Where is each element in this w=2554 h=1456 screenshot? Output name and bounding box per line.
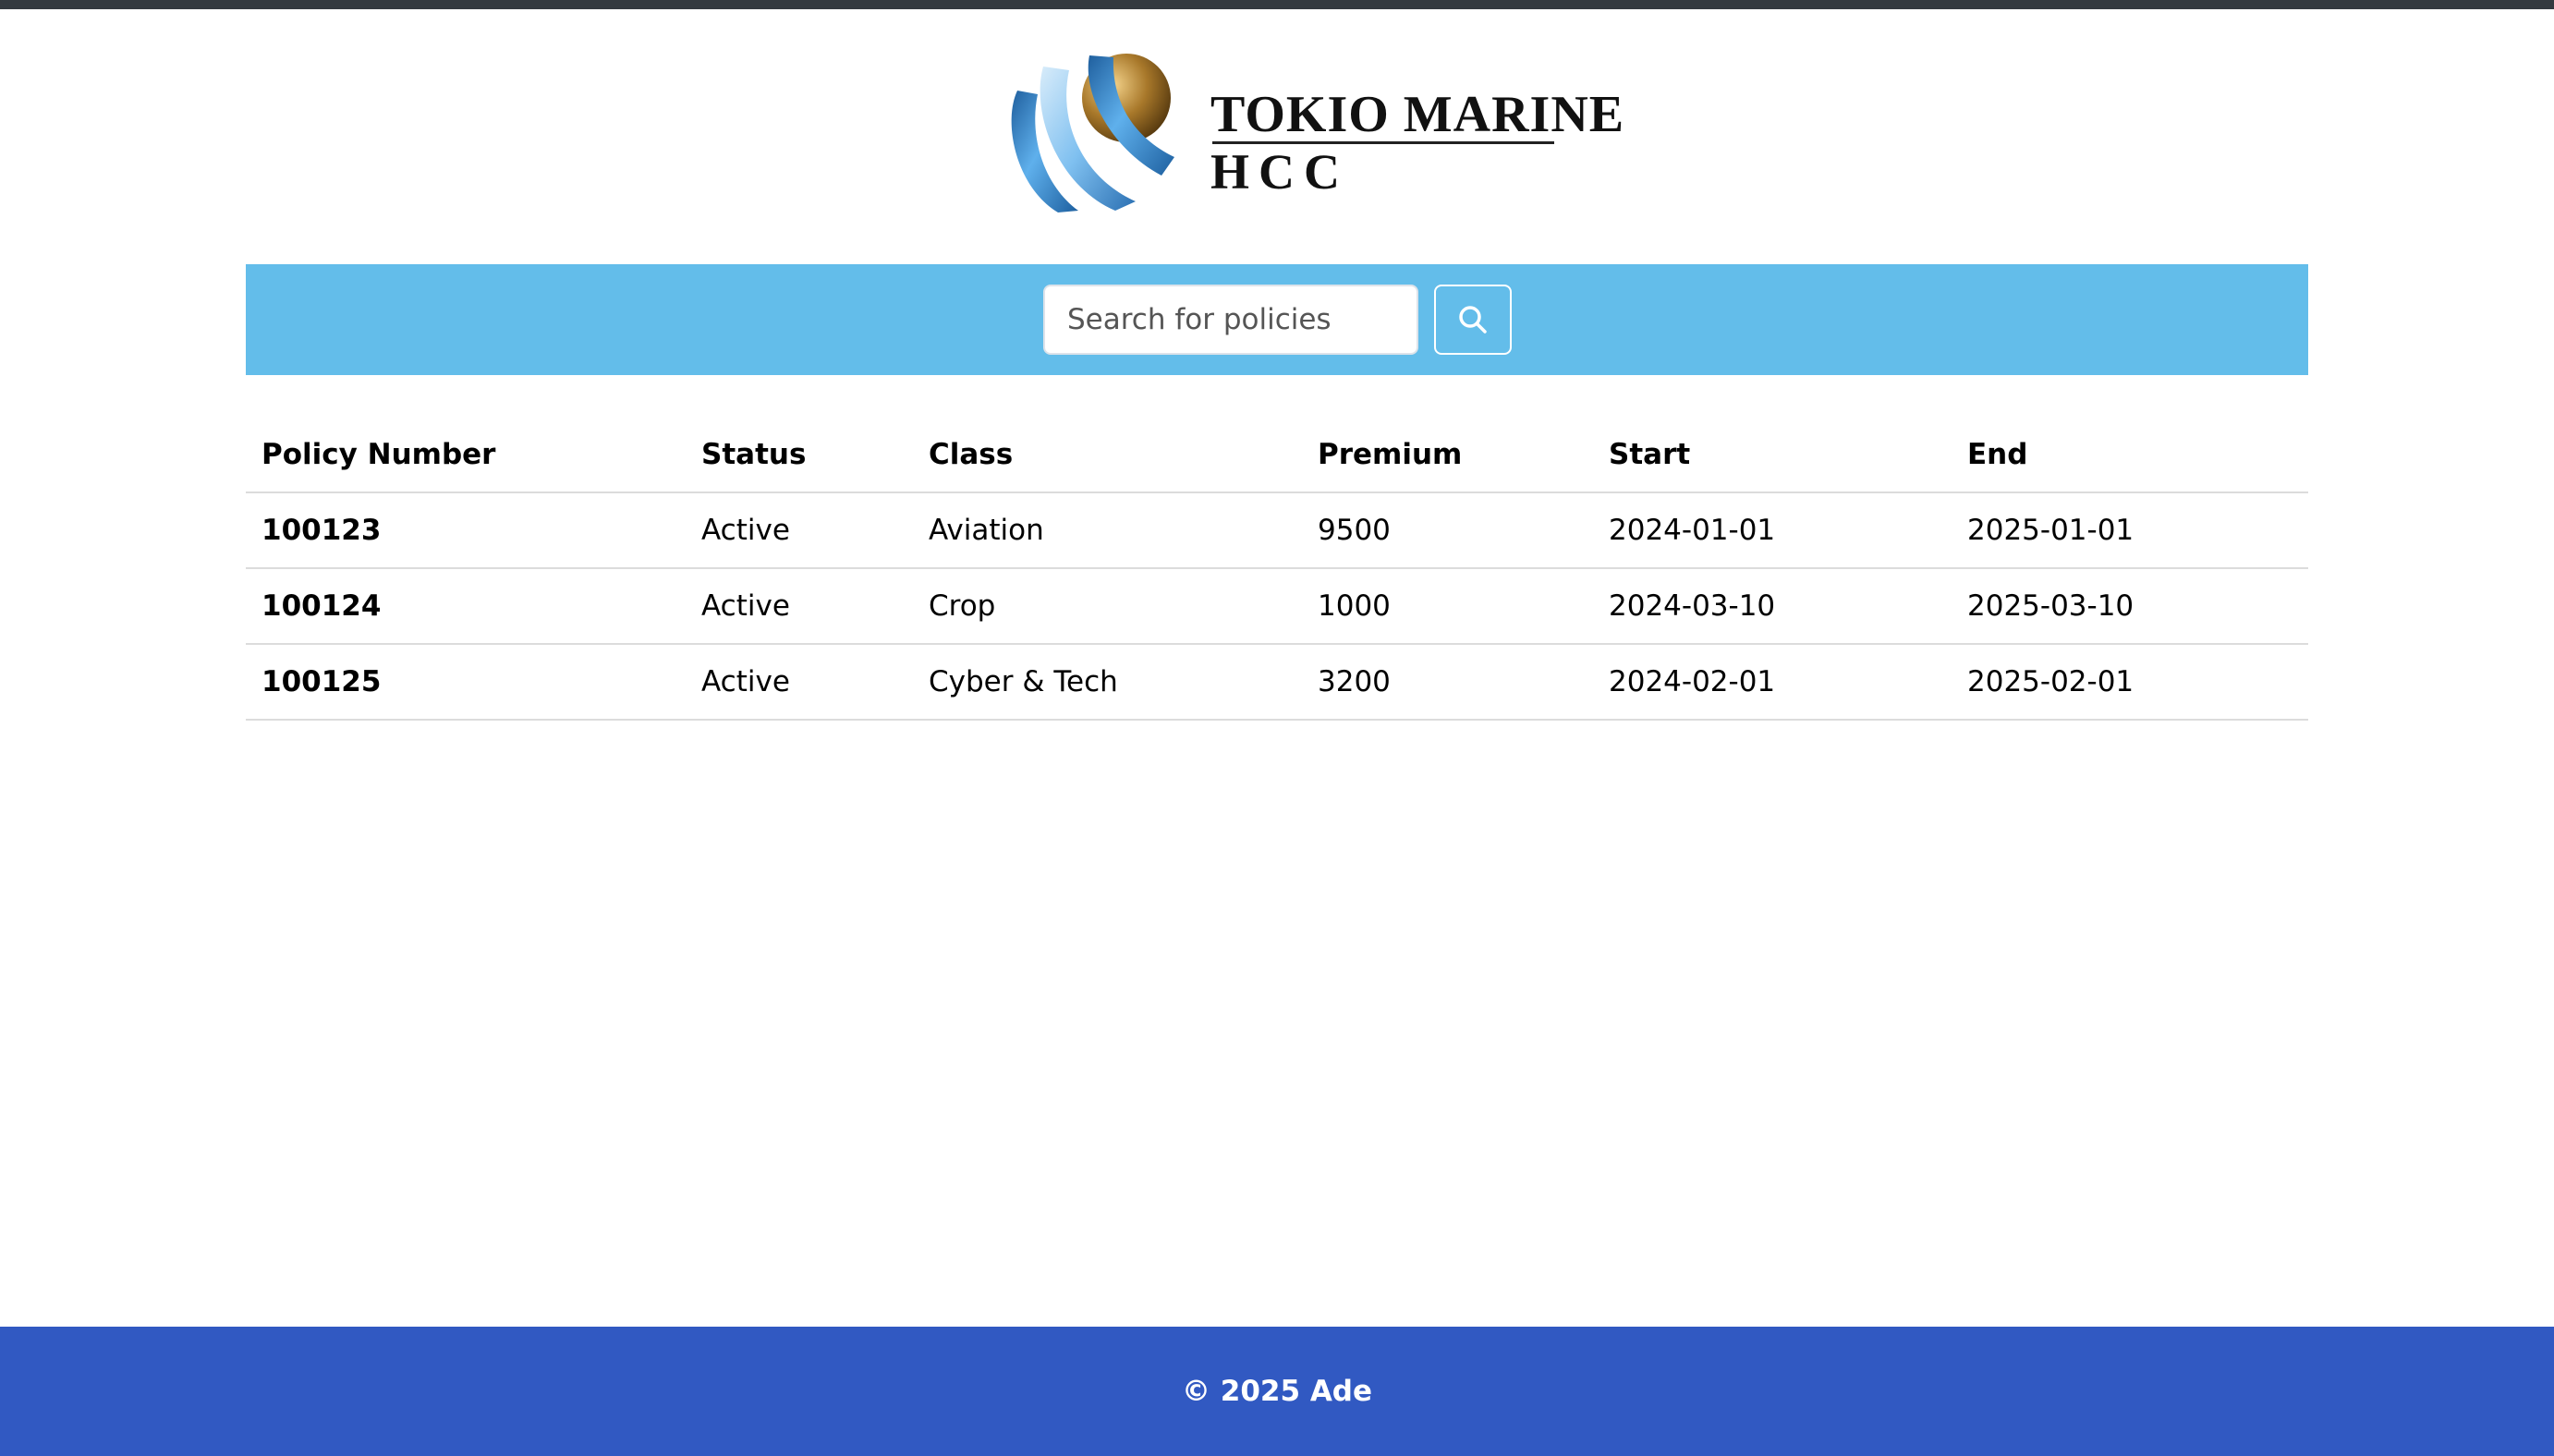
- copyright-text: © 2025 Ade: [1181, 1375, 1373, 1408]
- logo-wordmark-bottom: HCC: [1210, 144, 1349, 200]
- end-date-cell: 2025-01-01: [1952, 492, 2308, 569]
- column-header-status[interactable]: Status: [686, 418, 913, 493]
- page: TOKIO MARINE HCC Policy Number: [0, 0, 2554, 1456]
- end-date-cell: 2025-02-01: [1952, 644, 2308, 721]
- top-stripe: [0, 0, 2554, 9]
- column-header-policy-number[interactable]: Policy Number: [246, 418, 686, 493]
- column-header-end[interactable]: End: [1952, 418, 2308, 493]
- start-date-cell: 2024-03-10: [1593, 568, 1952, 645]
- start-date-cell: 2024-02-01: [1593, 644, 1952, 721]
- status-cell: Active: [686, 492, 913, 569]
- table-row[interactable]: 100123 Active Aviation 9500 2024-01-01 2…: [246, 492, 2308, 569]
- table-row[interactable]: 100124 Active Crop 1000 2024-03-10 2025-…: [246, 568, 2308, 645]
- class-cell: Aviation: [913, 492, 1302, 569]
- class-cell: Crop: [913, 568, 1302, 645]
- table-header-row: Policy Number Status Class Premium Start…: [246, 418, 2308, 493]
- policy-number-cell[interactable]: 100125: [246, 644, 686, 721]
- status-cell: Active: [686, 568, 913, 645]
- premium-cell: 1000: [1302, 568, 1593, 645]
- footer: © 2025 Ade: [0, 1327, 2554, 1456]
- table-row[interactable]: 100125 Active Cyber & Tech 3200 2024-02-…: [246, 644, 2308, 721]
- search-button[interactable]: [1434, 285, 1512, 355]
- tokio-marine-hcc-logo: TOKIO MARINE HCC: [997, 48, 1624, 224]
- policy-table: Policy Number Status Class Premium Start…: [246, 418, 2308, 721]
- start-date-cell: 2024-01-01: [1593, 492, 1952, 569]
- status-cell: Active: [686, 644, 913, 721]
- policy-number-cell[interactable]: 100123: [246, 492, 686, 569]
- policy-table-container: Policy Number Status Class Premium Start…: [246, 418, 2308, 721]
- search-bar: [246, 264, 2308, 375]
- search-icon: [1459, 306, 1487, 334]
- search-input[interactable]: [1043, 285, 1418, 355]
- premium-cell: 9500: [1302, 492, 1593, 569]
- logo-wordmark-top: TOKIO MARINE: [1210, 86, 1625, 143]
- column-header-start[interactable]: Start: [1593, 418, 1952, 493]
- class-cell: Cyber & Tech: [913, 644, 1302, 721]
- end-date-cell: 2025-03-10: [1952, 568, 2308, 645]
- column-header-class[interactable]: Class: [913, 418, 1302, 493]
- premium-cell: 3200: [1302, 644, 1593, 721]
- logo-emblem-icon: [1011, 54, 1174, 212]
- column-header-premium[interactable]: Premium: [1302, 418, 1593, 493]
- policy-number-cell[interactable]: 100124: [246, 568, 686, 645]
